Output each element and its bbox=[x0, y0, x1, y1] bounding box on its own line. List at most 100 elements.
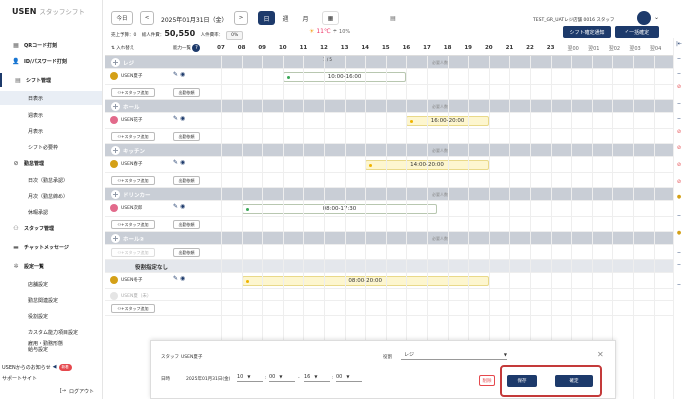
eye-icon[interactable]: ◉ bbox=[180, 159, 185, 166]
sidebar-item-chat[interactable]: ▬ チャットメッセージ bbox=[0, 240, 102, 254]
view-day-tab[interactable]: 日 bbox=[258, 11, 275, 25]
sidebar-item-role-settings[interactable]: 役割設定 bbox=[0, 309, 102, 323]
add-icon[interactable]: + bbox=[111, 234, 120, 243]
edit-icon[interactable]: ✎ ◉ bbox=[173, 203, 185, 210]
eye-icon[interactable]: ◉ bbox=[180, 115, 185, 122]
user-avatar[interactable] bbox=[637, 11, 651, 25]
minus-icon[interactable]: − bbox=[675, 213, 683, 219]
minus-icon[interactable]: − bbox=[675, 250, 683, 256]
close-icon[interactable]: ✕ bbox=[597, 350, 604, 359]
dispatch-request-button[interactable]: 出勤依頼 bbox=[173, 176, 200, 185]
edit-icon[interactable]: ✎ ◉ bbox=[173, 275, 185, 282]
sidebar-item-attendance-settings[interactable]: 勤怠関連設定 bbox=[0, 293, 102, 307]
end-minute-select[interactable]: 00 ▼ bbox=[336, 372, 362, 382]
ability-list-button[interactable]: 能力一覧 ? bbox=[173, 44, 201, 52]
edit-icon[interactable]: ✎ ◉ bbox=[173, 159, 185, 166]
avatar bbox=[110, 116, 118, 124]
eye-icon[interactable]: ◉ bbox=[180, 71, 185, 78]
add-staff-button[interactable]: ⚇+ スタッフ追加 bbox=[111, 176, 155, 185]
view-month-tab[interactable]: 月 bbox=[297, 11, 314, 25]
today-button[interactable]: 今日 bbox=[111, 11, 133, 25]
alert-icon[interactable]: ⊘ bbox=[675, 179, 683, 185]
alert-icon[interactable]: ⊘ bbox=[675, 162, 683, 168]
add-staff-button[interactable]: ⚇+ スタッフ追加 bbox=[111, 220, 155, 229]
hour-gridline bbox=[653, 56, 655, 399]
sidebar-item-employment[interactable]: 雇用・勤務形態 給与設定 bbox=[0, 339, 102, 355]
sidebar-item-staff[interactable]: ⚇ スタッフ管理 bbox=[0, 221, 102, 235]
eye-icon[interactable]: ◉ bbox=[180, 203, 185, 210]
alert-icon[interactable]: ⊘ bbox=[675, 84, 683, 90]
sidebar-item-shift-need[interactable]: シフト必要枠 bbox=[0, 140, 102, 154]
sidebar-item-daily[interactable]: 日次（勤怠承認） bbox=[0, 173, 102, 187]
shift-notify-button[interactable]: シフト確定通知 bbox=[563, 26, 611, 38]
add-icon[interactable]: + bbox=[111, 146, 120, 155]
edit-icon[interactable]: ✎ ◉ bbox=[173, 71, 185, 78]
sidebar-item-monthly[interactable]: 月次（勤怠締め） bbox=[0, 189, 102, 203]
sidebar-support[interactable]: サポートサイト bbox=[0, 371, 102, 385]
minus-icon[interactable]: − bbox=[675, 101, 683, 107]
add-staff-button[interactable]: ⚇+ スタッフ追加 bbox=[111, 248, 155, 257]
person-plus-icon: ⚇+ bbox=[117, 90, 125, 95]
datetime-label: 日時 bbox=[161, 377, 170, 382]
staff-row[interactable]: USEN夏子✎ ◉10:00-16:001 / 5 bbox=[105, 57, 673, 85]
dispatch-request-button[interactable]: 出勤依頼 bbox=[173, 248, 200, 257]
dispatch-request-button[interactable]: 出勤依頼 bbox=[173, 132, 200, 141]
add-staff-button[interactable]: ⚇+ スタッフ追加 bbox=[111, 88, 155, 97]
eye-icon[interactable]: ◉ bbox=[180, 275, 185, 282]
sidebar-item-shift[interactable]: ▤ シフト管理 bbox=[0, 73, 102, 87]
staff-row[interactable]: USEN花子✎ ◉16:00-20:00 bbox=[105, 113, 673, 129]
add-staff-button[interactable]: ⚇+ スタッフ追加 bbox=[111, 304, 155, 313]
confirm-all-button[interactable]: ✓ 一括確定 bbox=[615, 26, 659, 38]
sort-button[interactable]: ⇅ 入れ替え bbox=[111, 45, 134, 51]
alert-icon[interactable]: ⊘ bbox=[675, 145, 683, 151]
avatar-icon[interactable]: ● bbox=[675, 194, 683, 200]
sidebar-item-day-view[interactable]: 日表示 bbox=[0, 91, 102, 105]
dispatch-request-button[interactable]: 出勤依頼 bbox=[173, 88, 200, 97]
minus-icon[interactable]: − bbox=[675, 262, 683, 268]
sidebar-item-store-settings[interactable]: 店舗設定 bbox=[0, 277, 102, 291]
sidebar-item-custom-ability[interactable]: カスタム能力項目設定 bbox=[0, 325, 102, 339]
prev-day-button[interactable]: < bbox=[140, 11, 154, 25]
avatar-icon[interactable]: ● bbox=[675, 230, 683, 236]
logout-link[interactable]: [→ ログアウト bbox=[0, 384, 102, 398]
sidebar-item-month-view[interactable]: 月表示 bbox=[0, 124, 102, 138]
staff-row[interactable]: USEN冬子✎ ◉08:00-20:00 bbox=[105, 273, 673, 289]
add-icon[interactable]: + bbox=[111, 190, 120, 199]
confirm-button[interactable]: 確定 bbox=[555, 375, 593, 387]
minus-icon[interactable]: − bbox=[675, 282, 683, 288]
chevron-down-icon[interactable]: ⌄ bbox=[654, 14, 659, 21]
start-minute-select[interactable]: 00 ▼ bbox=[269, 372, 295, 382]
add-icon[interactable]: + bbox=[111, 102, 120, 111]
minus-icon[interactable]: − bbox=[675, 116, 683, 122]
role-select[interactable]: レジ ▼ bbox=[401, 350, 507, 360]
start-hour-select[interactable]: 10 ▼ bbox=[237, 372, 263, 382]
view-week-tab[interactable]: 週 bbox=[277, 11, 294, 25]
sidebar-item-qr[interactable]: ▦ QRコード打刻 bbox=[0, 38, 102, 52]
collapse-icon[interactable]: |⇤ bbox=[675, 41, 683, 47]
add-icon[interactable]: + bbox=[111, 58, 120, 67]
alert-icon[interactable]: ⊘ bbox=[675, 129, 683, 135]
staff-row[interactable]: USEN春子✎ ◉14:00-20:00 bbox=[105, 157, 673, 173]
memo-button[interactable]: ▤ bbox=[386, 11, 400, 25]
dispatch-request-button[interactable]: 出勤依頼 bbox=[173, 220, 200, 229]
sidebar-item-week-view[interactable]: 週表示 bbox=[0, 108, 102, 122]
save-button[interactable]: 保存 bbox=[507, 375, 537, 387]
add-staff-button[interactable]: ⚇+ スタッフ追加 bbox=[111, 132, 155, 141]
staff-name: USEN花子 bbox=[121, 118, 143, 123]
delete-button[interactable]: 削除 bbox=[479, 375, 495, 386]
staff-row[interactable]: USEN次郎 ✎ ◉ 08:00-17:30 bbox=[105, 201, 673, 217]
edit-icon[interactable]: ✎ ◉ bbox=[173, 115, 185, 122]
sidebar-item-idpass[interactable]: 👤 ID/パスワード打刻 bbox=[0, 54, 102, 68]
sidebar-item-attendance[interactable]: ⊘ 勤怠管理 bbox=[0, 156, 102, 170]
date-value: 2025年01月31日(金) bbox=[186, 377, 231, 382]
end-hour-select[interactable]: 16 ▼ bbox=[304, 372, 330, 382]
minus-icon[interactable]: − bbox=[675, 56, 683, 62]
next-day-button[interactable]: > bbox=[234, 11, 248, 25]
shift-bar[interactable]: 08:00-17:30 bbox=[241, 204, 438, 214]
sidebar-item-settings[interactable]: ✲ 設定一覧 bbox=[0, 259, 102, 273]
sidebar-item-leave[interactable]: 休暇承認 bbox=[0, 205, 102, 219]
minus-icon[interactable]: − bbox=[675, 71, 683, 77]
calendar-picker-button[interactable]: ▦ bbox=[322, 11, 339, 25]
hour-19: 翌02 bbox=[608, 46, 621, 52]
staff-row-unconfirmed[interactable]: USEN夏（未） bbox=[105, 289, 673, 301]
